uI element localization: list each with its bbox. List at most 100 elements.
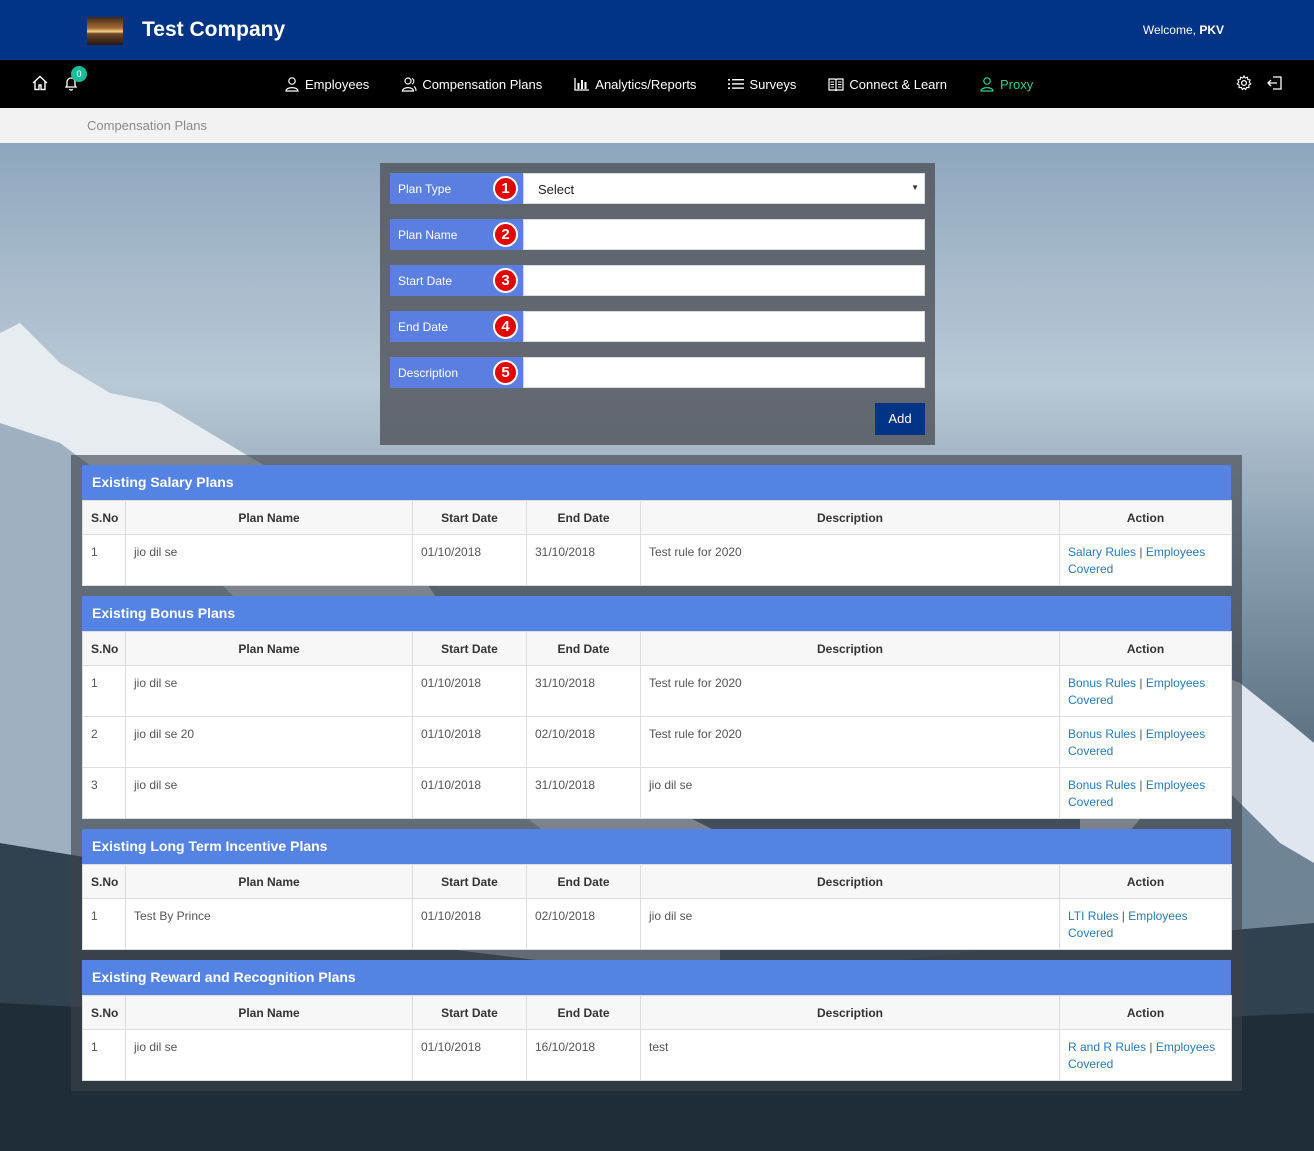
table-header-row: S.No Plan Name Start Date End Date Descr… [82, 995, 1232, 1030]
col-start-date: Start Date [412, 864, 527, 899]
table-header-row: S.No Plan Name Start Date End Date Descr… [82, 631, 1232, 666]
covered-text: Covered [1068, 795, 1114, 809]
section-title: Existing Bonus Plans [82, 596, 1231, 631]
covered-text: Covered [1068, 562, 1114, 576]
cell-plan-name: jio dil se [125, 534, 413, 586]
link-separator: | [1136, 778, 1146, 792]
cell-action: Bonus Rules | Employees Covered [1059, 665, 1232, 717]
col-end-date: End Date [526, 995, 641, 1030]
table-row: 1 Test By Prince 01/10/2018 02/10/2018 j… [82, 898, 1232, 950]
col-plan-name: Plan Name [125, 500, 413, 535]
col-plan-name: Plan Name [125, 864, 413, 899]
username: PKV [1199, 23, 1224, 37]
nav-employees-label: Employees [305, 76, 370, 92]
cell-description: Test rule for 2020 [640, 665, 1060, 717]
col-sno: S.No [82, 631, 126, 666]
step-number-3: 3 [493, 268, 518, 293]
cell-end-date: 02/10/2018 [526, 716, 641, 768]
user-icon [980, 77, 994, 92]
existing-plans-panel: Existing Salary Plans S.No Plan Name Sta… [71, 455, 1242, 1091]
cell-plan-name: jio dil se [125, 1029, 413, 1081]
step-number-4: 4 [493, 314, 518, 339]
section-title: Existing Salary Plans [82, 465, 1231, 500]
cell-end-date: 31/10/2018 [526, 665, 641, 717]
nav-compensation-plans-label: Compensation Plans [422, 76, 543, 92]
col-action: Action [1059, 500, 1232, 535]
nav-proxy[interactable]: Proxy [979, 76, 1033, 92]
covered-text: Covered [1068, 926, 1114, 940]
nav-connect-learn[interactable]: Connect & Learn [828, 77, 947, 92]
col-start-date: Start Date [412, 500, 527, 535]
breadcrumb-current: Compensation Plans [87, 118, 207, 133]
covered-text: Covered [1068, 1057, 1114, 1071]
col-sno: S.No [82, 995, 126, 1030]
table-row: 3 jio dil se 01/10/2018 31/10/2018 jio d… [82, 767, 1232, 819]
cell-start-date: 01/10/2018 [412, 534, 527, 586]
col-description: Description [640, 631, 1060, 666]
add-button[interactable]: Add [875, 403, 925, 435]
table-row: 1 jio dil se 01/10/2018 31/10/2018 Test … [82, 534, 1232, 586]
breadcrumb: Compensation Plans [0, 108, 1314, 143]
section-title: Existing Reward and Recognition Plans [82, 960, 1231, 995]
nav-employees[interactable]: Employees [284, 76, 369, 92]
salary-plans-table: S.No Plan Name Start Date End Date Descr… [82, 500, 1232, 586]
top-header: Test Company Welcome, PKV [0, 0, 1314, 60]
cell-end-date: 31/10/2018 [526, 534, 641, 586]
nav-proxy-label: Proxy [999, 76, 1034, 92]
rnr-rules-link[interactable]: R and R Rules [1068, 1040, 1146, 1054]
end-date-input[interactable] [523, 311, 925, 342]
description-input[interactable] [523, 357, 925, 388]
col-description: Description [640, 864, 1060, 899]
col-action: Action [1059, 864, 1232, 899]
employees-text: Employees [1145, 545, 1206, 559]
bonus-rules-link[interactable]: Bonus Rules [1068, 676, 1136, 690]
nav-menu: Employees Compensation Plans Analytics/R… [284, 60, 1065, 108]
bonus-plans-table: S.No Plan Name Start Date End Date Descr… [82, 631, 1232, 819]
bar-chart-icon [574, 78, 590, 91]
cell-end-date: 16/10/2018 [526, 1029, 641, 1081]
table-row: 1 jio dil se 01/10/2018 31/10/2018 Test … [82, 665, 1232, 717]
plan-type-select[interactable]: Select ▼ [523, 173, 925, 204]
col-end-date: End Date [526, 864, 641, 899]
lti-plans-section: Existing Long Term Incentive Plans S.No … [82, 829, 1232, 950]
nav-connect-learn-label: Connect & Learn [849, 76, 947, 92]
cell-action: Bonus Rules | Employees Covered [1059, 767, 1232, 819]
cell-description: Test rule for 2020 [640, 716, 1060, 768]
link-separator: | [1136, 727, 1146, 741]
employees-text: Employees [1128, 909, 1188, 923]
end-date-row: End Date 4 [390, 311, 925, 342]
col-description: Description [640, 995, 1060, 1030]
cell-sno: 2 [82, 716, 126, 768]
salary-rules-link[interactable]: Salary Rules [1068, 545, 1136, 559]
logout-icon[interactable] [1266, 74, 1284, 92]
plan-type-row: Plan Type 1 Select ▼ [390, 173, 925, 204]
bonus-rules-link[interactable]: Bonus Rules [1068, 727, 1136, 741]
home-icon[interactable] [31, 74, 49, 92]
start-date-input[interactable] [523, 265, 925, 296]
description-row: Description 5 [390, 357, 925, 388]
nav-compensation-plans[interactable]: Compensation Plans [401, 76, 542, 92]
cell-end-date: 02/10/2018 [526, 898, 641, 950]
lti-rules-link[interactable]: LTI Rules [1068, 909, 1118, 923]
col-end-date: End Date [526, 631, 641, 666]
nav-surveys[interactable]: Surveys [728, 77, 796, 92]
cell-action: Salary Rules | Employees Covered [1059, 534, 1232, 586]
col-description: Description [640, 500, 1060, 535]
notification-badge[interactable]: 0 [71, 66, 87, 82]
cell-description: test [640, 1029, 1060, 1081]
gear-icon[interactable] [1235, 74, 1253, 92]
book-icon [828, 77, 845, 91]
cell-sno: 1 [82, 1029, 126, 1081]
cell-sno: 3 [82, 767, 126, 819]
company-logo[interactable] [87, 17, 123, 45]
cell-start-date: 01/10/2018 [412, 898, 527, 950]
bonus-rules-link[interactable]: Bonus Rules [1068, 778, 1136, 792]
col-sno: S.No [82, 500, 126, 535]
plan-name-input[interactable] [523, 219, 925, 250]
cell-description: jio dil se [640, 898, 1060, 950]
plan-name-row: Plan Name 2 [390, 219, 925, 250]
link-separator: | [1118, 909, 1129, 923]
nav-analytics-reports[interactable]: Analytics/Reports [574, 77, 696, 92]
link-separator: | [1136, 676, 1146, 690]
cell-plan-name: jio dil se [125, 767, 413, 819]
